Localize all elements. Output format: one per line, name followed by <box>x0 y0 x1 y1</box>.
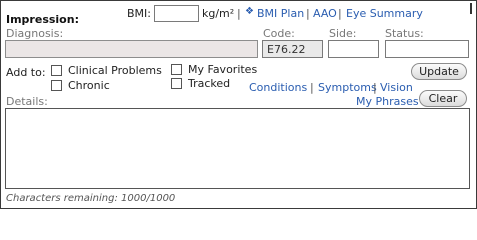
diamond-icon: ❖ <box>245 6 254 17</box>
tracked-checkbox[interactable] <box>171 78 182 89</box>
chronic-label: Chronic <box>68 79 110 92</box>
separator: | <box>237 7 241 20</box>
symptoms-link[interactable]: Symptoms <box>318 81 377 94</box>
separator: | <box>306 7 310 20</box>
conditions-link[interactable]: Conditions <box>249 81 307 94</box>
aao-link[interactable]: AAO <box>313 7 337 20</box>
diagnosis-label: Diagnosis: <box>6 27 64 40</box>
tracked-label: Tracked <box>188 77 231 90</box>
side-field[interactable] <box>328 40 379 58</box>
separator: | <box>310 81 314 94</box>
separator: | <box>338 7 342 20</box>
bmi-unit: kg/m² <box>202 7 235 20</box>
my-phrases-link[interactable]: My Phrases <box>356 95 419 108</box>
resize-handle <box>470 3 472 14</box>
add-to-label: Add to: <box>6 66 46 79</box>
characters-remaining: Characters remaining: 1000/1000 <box>6 193 176 204</box>
update-button[interactable]: Update <box>411 63 467 80</box>
my-favorites-checkbox[interactable] <box>171 64 182 75</box>
chronic-checkbox[interactable] <box>51 80 62 91</box>
eye-summary-link[interactable]: Eye Summary <box>346 7 423 20</box>
status-field[interactable] <box>385 40 469 58</box>
side-label: Side: <box>329 27 357 40</box>
diagnosis-field[interactable] <box>5 40 258 58</box>
details-label: Details: <box>6 95 48 108</box>
clinical-problems-checkbox[interactable] <box>51 65 62 76</box>
details-textarea[interactable] <box>5 108 470 189</box>
impression-title: Impression: <box>6 13 79 26</box>
code-label: Code: <box>263 27 295 40</box>
separator: | <box>373 81 377 94</box>
status-label: Status: <box>385 27 424 40</box>
bmi-input[interactable] <box>154 5 199 22</box>
vision-link[interactable]: Vision <box>380 81 413 94</box>
clear-button[interactable]: Clear <box>419 90 467 107</box>
clinical-problems-label: Clinical Problems <box>68 64 162 77</box>
bmi-label: BMI: <box>127 7 151 20</box>
bmi-plan-link[interactable]: BMI Plan <box>257 7 304 20</box>
code-field[interactable] <box>262 40 323 58</box>
my-favorites-label: My Favorites <box>188 63 258 76</box>
